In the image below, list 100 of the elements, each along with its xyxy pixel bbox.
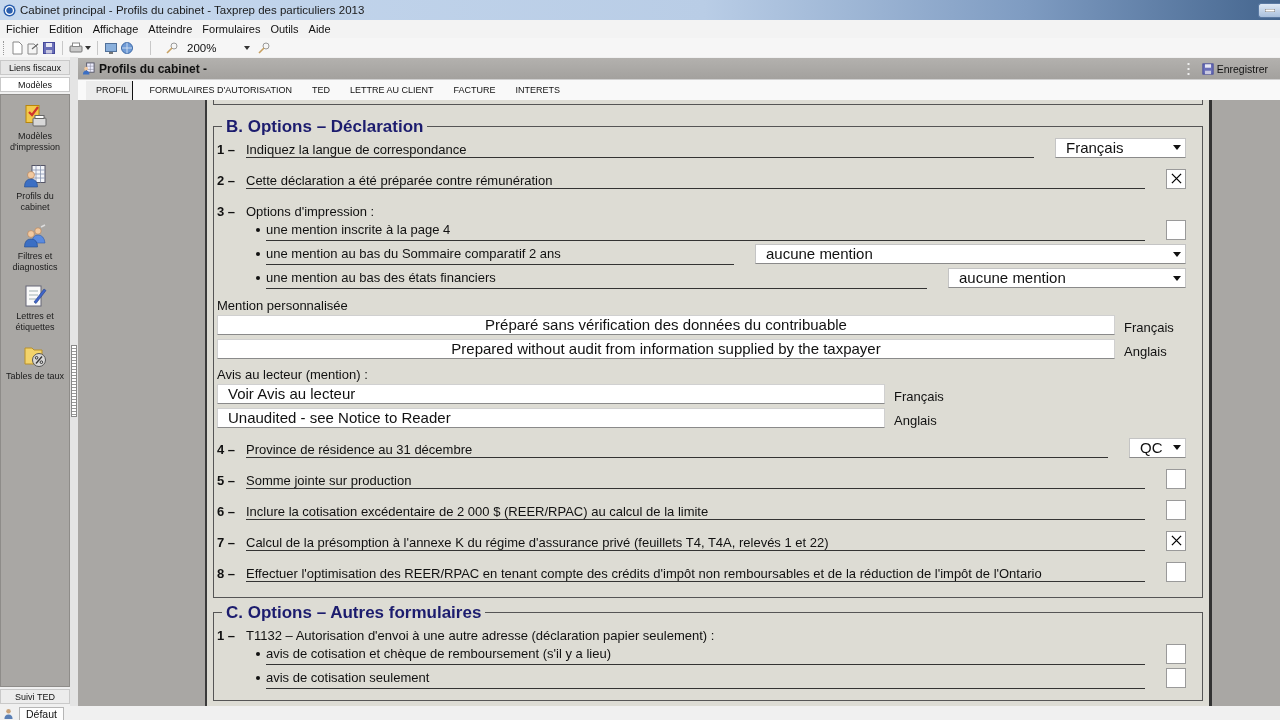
item-label: Province de résidence au 31 décembre [246,442,1108,458]
section-title: C. Options – Autres formulaires [225,603,483,622]
language-label: Anglais [894,413,937,428]
checkbox[interactable] [1166,468,1186,489]
status-tab[interactable]: Défaut [19,707,64,720]
window-title: Cabinet principal - Profils du cabinet - Taxprep des particuliers 2013 [20,4,365,16]
sidebar-tab[interactable]: Modèles [0,77,70,92]
field-label: Avis au lecteur (mention) : [217,366,369,384]
text-field[interactable]: Unaudited - see Notice to Reader [217,408,885,428]
menu-item[interactable]: Affichage [87,21,144,37]
tab[interactable]: FORMULAIRES D'AUTORISATION [139,80,302,100]
item-number: 4 – [217,442,237,457]
save-icon[interactable] [42,40,56,55]
dropdown[interactable]: Français [1055,137,1186,158]
checkbox[interactable] [1166,644,1186,664]
bullet-icon [256,676,260,680]
panel-title: Profils du cabinet - [99,61,207,76]
caret-icon [244,45,250,50]
sidebar-button[interactable]: Suivi TED [0,689,70,704]
person-document-icon [23,164,47,188]
bullet-icon [256,252,260,256]
magnifier-icon[interactable] [165,40,179,55]
checkbox[interactable] [1166,220,1186,240]
text-field[interactable]: Prepared without audit from information supplied by the taxpayer [217,339,1115,359]
language-label: Français [894,389,944,404]
menu-item[interactable]: Atteindre [143,21,198,37]
caret-icon [1173,145,1181,150]
bullet-icon [256,228,260,232]
item-label: avis de cotisation et chèque de remboursement (s'il y a lieu) [266,646,1145,665]
checkbox[interactable] [1166,168,1186,189]
dropdown[interactable]: QC [1129,437,1186,458]
sidebar-item[interactable]: Lettres et étiquettes [1,284,69,344]
item-label: Cette déclaration a été préparée contre rémunération [246,173,1145,189]
menu-item[interactable]: Fichier [1,21,44,37]
caret-icon [1173,275,1181,281]
item-number: 8 – [217,566,237,581]
sidebar-item[interactable]: Modèles d'impression [1,104,69,164]
item-number: 1 – [217,628,237,643]
item-label: Inclure la cotisation excédentaire de 2 000 $ (REER/RPAC) au calcul de la limite [246,504,1145,520]
new-document-icon[interactable] [10,40,24,55]
item-label: une mention au bas des états financiers [266,270,927,289]
menu-item[interactable]: Edition [44,21,88,37]
language-label: Anglais [1124,344,1167,359]
text-field[interactable]: Voir Avis au lecteur [217,384,885,404]
save-button[interactable]: Enregistrer [1199,59,1280,78]
item-number: 6 – [217,504,237,519]
sidebar-tab[interactable]: Liens fiscaux [0,60,70,75]
item-number: 1 – [217,142,237,157]
sidebar-item[interactable]: Tables de taux [1,344,69,404]
bullet-icon [256,276,260,280]
document-printer-icon [23,104,47,128]
item-label: Somme jointe sur production [246,473,1145,489]
checkbox[interactable] [1166,499,1186,520]
monitor-icon[interactable] [104,40,118,55]
item-number: 5 – [217,473,237,488]
group-label: Options d'impression : [246,204,375,219]
globe-icon[interactable] [120,40,134,55]
checkbox[interactable] [1166,668,1186,688]
item-label: une mention au bas du Sommaire comparatif 2 ans [266,246,734,265]
checkbox[interactable] [1166,561,1186,582]
minimize-button[interactable] [1258,2,1280,18]
open-document-icon[interactable] [26,40,40,55]
dropdown[interactable]: aucune mention [948,268,1186,288]
checkbox[interactable] [1166,530,1186,551]
menu-item[interactable]: Formulaires [197,21,266,37]
bullet-icon [256,652,260,656]
item-label: avis de cotisation seulement [266,670,1145,689]
text-field[interactable]: Préparé sans vérification des données du contribuable [217,315,1115,335]
cross-icon [1170,173,1182,184]
table-person-icon [82,62,95,75]
tab[interactable]: INTERETS [505,80,570,100]
tab[interactable]: TED [301,80,340,100]
cross-icon [1170,535,1182,546]
tab[interactable]: LETTRE AU CLIENT [339,80,444,100]
user-icon [4,708,13,719]
item-label: une mention inscrite à la page 4 [266,222,1145,241]
dropdown[interactable]: aucune mention [755,244,1186,264]
item-label: Effectuer l'optimisation des REER/RPAC en tenant compte des crédits d'impôt non remboursables et de la réduction de l'impôt de l'Ontario [246,566,1145,582]
item-label: Indiquez la langue de correspondance [246,142,1034,158]
minimize-icon [1264,8,1275,12]
notepad-pencil-icon [23,284,47,308]
sidebar-item[interactable]: Filtres et diagnostics [1,224,69,284]
grip-icon[interactable] [1186,62,1190,75]
item-number: 3 – [217,204,237,219]
item-number: 2 – [217,173,237,188]
sidebar-item[interactable]: Profils du cabinet [1,164,69,224]
field-label: Mention personnalisée [217,297,349,315]
splitter-handle[interactable] [71,345,77,417]
caret-icon [1173,445,1181,450]
zoom-combo[interactable]: 200% [181,39,253,56]
language-label: Français [1124,320,1174,335]
save-icon [1201,62,1214,75]
tab[interactable]: FACTURE [443,80,506,100]
tab[interactable]: PROFIL [86,80,133,100]
menu-item[interactable]: Outils [265,21,304,37]
magnifier-icon[interactable] [257,40,271,55]
caret-icon[interactable] [85,45,91,50]
group-label: T1132 – Autorisation d'envoi à une autre adresse (déclaration papier seulement) : [246,628,715,643]
menu-item[interactable]: Aide [303,21,336,37]
app-logo-icon [3,3,16,17]
